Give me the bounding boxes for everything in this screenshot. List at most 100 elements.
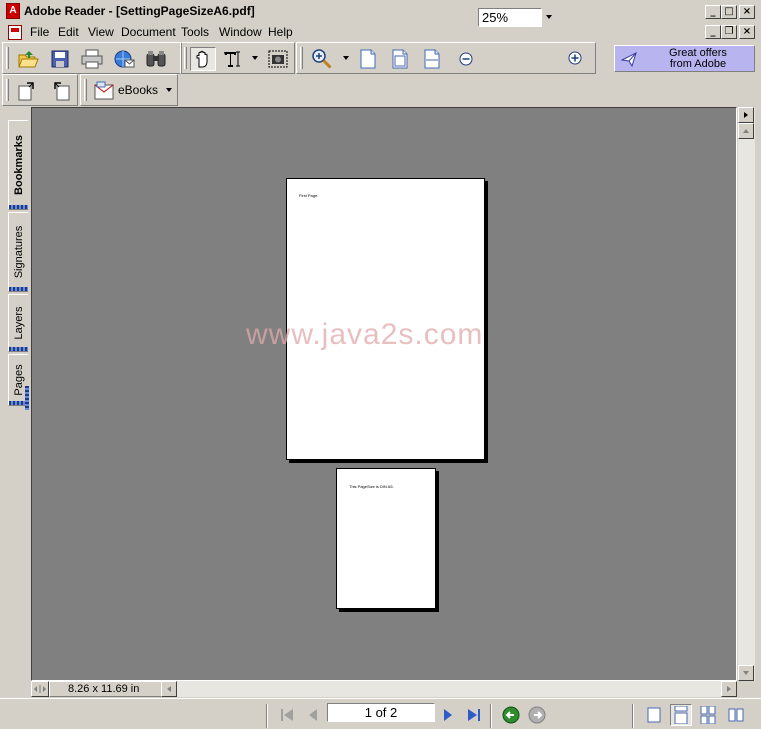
basic-tools-toolbar: [180, 42, 295, 74]
zoom-toolbar: [296, 42, 596, 74]
snapshot-button[interactable]: [265, 47, 291, 71]
open-button[interactable]: [15, 47, 41, 71]
ebooks-dropdown[interactable]: [166, 88, 172, 92]
next-page-icon: [444, 709, 452, 721]
status-separator: [266, 704, 268, 728]
split-handle-button[interactable]: [31, 681, 49, 697]
vertical-scrollbar[interactable]: [738, 107, 755, 681]
menu-tools[interactable]: Tools: [181, 25, 209, 39]
doc-close-button[interactable]: ×: [739, 25, 755, 39]
scroll-left-button[interactable]: [161, 681, 177, 697]
doc-minimize-button[interactable]: _: [705, 25, 721, 39]
continuous-pages-icon: [674, 706, 688, 724]
hand-tool-button[interactable]: [190, 47, 216, 71]
next-page-button[interactable]: [437, 704, 459, 726]
document-view[interactable]: First Page. This PageSize is DIN A5. www…: [31, 107, 737, 681]
text-select-dropdown[interactable]: [252, 56, 258, 60]
toolbar-grip[interactable]: [6, 47, 9, 69]
fit-width-icon: [424, 49, 440, 69]
minimize-button[interactable]: _: [705, 5, 721, 19]
rotate-clockwise-button[interactable]: [15, 79, 41, 103]
toolbar-grip[interactable]: [300, 47, 303, 69]
document-icon[interactable]: [8, 25, 22, 40]
pdf-page-2[interactable]: This PageSize is DIN A5.: [336, 468, 436, 609]
print-button[interactable]: [79, 47, 105, 71]
fit-width-button[interactable]: [419, 47, 445, 71]
rotate-counterclockwise-icon: [54, 82, 70, 101]
doc-restore-button[interactable]: ❐: [721, 25, 737, 39]
menu-bar: File Edit View Document Tools Window Hel…: [0, 22, 761, 42]
save-button[interactable]: [47, 47, 73, 71]
camera-icon: [268, 50, 288, 68]
menu-help[interactable]: Help: [268, 25, 293, 39]
scroll-right-button[interactable]: [721, 681, 737, 697]
tab-stripe: [9, 347, 28, 351]
page-size-display: 8.26 x 11.69 in: [49, 681, 174, 697]
first-page-button[interactable]: [276, 704, 298, 726]
facing-pages-icon: [728, 708, 744, 722]
ebooks-label[interactable]: eBooks: [118, 83, 158, 97]
rotate-counterclockwise-button[interactable]: [47, 79, 73, 103]
last-page-button[interactable]: [463, 704, 485, 726]
printer-icon: [81, 49, 103, 69]
close-button[interactable]: ×: [739, 5, 755, 19]
email-button[interactable]: [111, 47, 137, 71]
page-options-button[interactable]: [738, 107, 754, 123]
adobe-reader-window: A Adobe Reader - [SettingPageSizeA6.pdf]…: [0, 0, 761, 729]
ebooks-toolbar: eBooks: [80, 74, 178, 106]
ebooks-icon: [94, 81, 114, 100]
menu-window[interactable]: Window: [219, 25, 262, 39]
search-button[interactable]: [143, 47, 169, 71]
tab-layers[interactable]: Layers: [8, 294, 28, 352]
facing-view-button[interactable]: [725, 704, 747, 726]
toolbar-grip[interactable]: [84, 79, 87, 101]
text-select-button[interactable]: [219, 47, 245, 71]
status-separator: [490, 704, 492, 728]
rotate-toolbar: [2, 74, 78, 106]
zoom-level-input[interactable]: [478, 8, 542, 27]
adobe-reader-icon: A: [6, 3, 20, 19]
magnifier-plus-icon: [312, 49, 332, 69]
go-back-button[interactable]: [500, 704, 522, 726]
maximize-button[interactable]: □: [721, 5, 737, 19]
actual-size-button[interactable]: [355, 47, 381, 71]
toolbar-grip[interactable]: [6, 79, 9, 101]
fit-page-button[interactable]: [387, 47, 413, 71]
continuous-view-button[interactable]: [670, 704, 692, 726]
page-number-field[interactable]: 1 of 2: [327, 703, 435, 722]
arrow-left-icon: [167, 686, 171, 692]
plus-circle-icon: [568, 51, 582, 65]
zoom-in-tool-button[interactable]: [309, 47, 335, 71]
menu-edit[interactable]: Edit: [58, 25, 79, 39]
toolbar-grip[interactable]: [184, 47, 187, 69]
scroll-up-button[interactable]: [738, 123, 754, 139]
signatures-tab-label: Signatures: [12, 225, 25, 279]
back-arrow-icon: [502, 706, 520, 724]
go-forward-button[interactable]: [526, 704, 548, 726]
offer-line-2: from Adobe: [669, 58, 727, 70]
menu-file[interactable]: File: [30, 25, 49, 39]
file-toolbar: [2, 42, 182, 74]
single-page-view-button[interactable]: [643, 704, 665, 726]
tab-signatures[interactable]: Signatures: [8, 212, 28, 292]
email-globe-icon: [114, 50, 135, 68]
great-offers-button[interactable]: Great offers from Adobe: [614, 45, 755, 72]
ebooks-icon-button[interactable]: [91, 79, 117, 103]
continuous-facing-icon: [700, 706, 716, 724]
zoom-in-button[interactable]: [562, 46, 588, 70]
scroll-down-button[interactable]: [738, 665, 754, 681]
zoom-out-button[interactable]: [453, 47, 479, 71]
hand-icon: [196, 50, 208, 68]
triangle-right-icon: [744, 112, 748, 118]
previous-page-button[interactable]: [302, 704, 324, 726]
menu-document[interactable]: Document: [121, 25, 176, 39]
continuous-facing-view-button[interactable]: [697, 704, 719, 726]
zoom-level-dropdown[interactable]: [542, 8, 556, 27]
tab-bookmarks[interactable]: Bookmarks: [8, 120, 28, 210]
menu-view[interactable]: View: [88, 25, 114, 39]
pages-tab-label: Pages: [12, 364, 25, 396]
zoom-tool-dropdown[interactable]: [343, 56, 349, 60]
bookmarks-tab-label: Bookmarks: [12, 135, 25, 195]
horizontal-scrollbar[interactable]: 8.26 x 11.69 in: [31, 681, 737, 697]
pane-splitter-grip[interactable]: [25, 386, 29, 410]
